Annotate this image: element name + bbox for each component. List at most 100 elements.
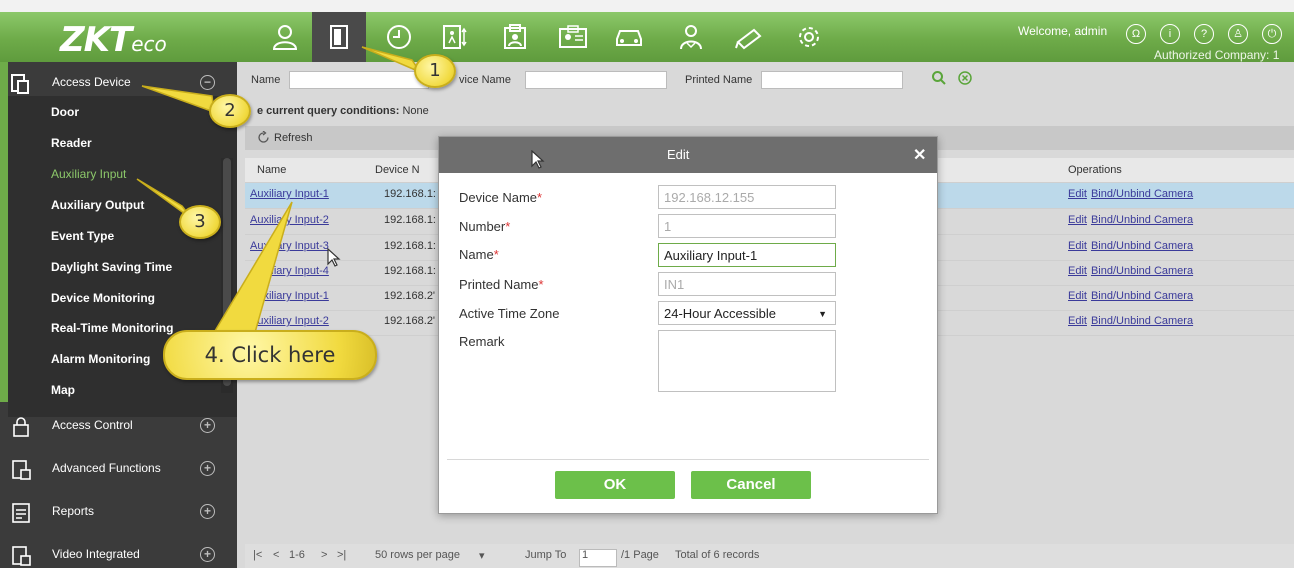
row-name-link[interactable]: Auxiliary Input-1 — [250, 188, 329, 200]
patrol-icon[interactable] — [664, 12, 718, 62]
collapse-icon[interactable]: − — [200, 75, 215, 90]
remark-textarea[interactable] — [658, 330, 836, 392]
welcome-text: Welcome, admin — [1018, 24, 1108, 38]
sidebar-section-reports[interactable]: Reports + — [0, 491, 237, 533]
help-circle-icon[interactable]: ? — [1194, 24, 1214, 44]
row-name-link[interactable]: Auxiliary Input-2 — [250, 214, 329, 226]
pagination-bar: |< < 1-6 > >| 50 rows per page ▾ Jump To… — [245, 544, 1294, 568]
sidebar-active-rail — [0, 62, 8, 402]
dialog-title: Edit — [667, 147, 690, 162]
top-strip — [0, 0, 1294, 12]
bind-camera-link[interactable]: Bind/Unbind Camera — [1091, 188, 1193, 200]
col-name[interactable]: Name — [257, 164, 286, 176]
edit-dialog: Edit ✕ Device Name* 192.168.12.155 Numbe… — [438, 136, 938, 514]
row-name-link[interactable]: Auxiliary Input-1 — [250, 290, 329, 302]
row-name-link[interactable]: Auxiliary Input-2 — [250, 315, 329, 327]
edit-link[interactable]: Edit — [1068, 240, 1087, 252]
dialog-divider — [447, 459, 929, 460]
last-page-icon[interactable]: >| — [337, 549, 346, 561]
attendance-clock-icon[interactable] — [372, 12, 426, 62]
video-integrated-icon — [10, 545, 32, 567]
device-name-field: 192.168.12.155 — [658, 185, 836, 209]
advanced-functions-icon — [10, 459, 32, 481]
edit-link[interactable]: Edit — [1068, 265, 1087, 277]
clear-search-icon[interactable] — [957, 70, 973, 86]
close-icon[interactable]: ✕ — [913, 145, 926, 165]
sidebar-section-advanced-functions[interactable]: Advanced Functions + — [0, 448, 237, 490]
edit-link[interactable]: Edit — [1068, 290, 1087, 302]
ok-button[interactable]: OK — [555, 471, 675, 499]
printed-name-field[interactable]: IN1 — [658, 272, 836, 296]
sidebar-item-event-type[interactable]: Event Type — [51, 229, 114, 243]
sidebar-item-map[interactable]: Map — [51, 383, 75, 397]
reports-icon — [10, 502, 32, 524]
col-device-name[interactable]: Device N — [375, 164, 420, 176]
sidebar-item-realtime-monitoring[interactable]: Real-Time Monitoring — [51, 321, 173, 335]
expand-icon[interactable]: + — [200, 418, 215, 433]
first-page-icon[interactable]: |< — [253, 549, 262, 561]
edit-link[interactable]: Edit — [1068, 188, 1087, 200]
refresh-button[interactable]: Refresh — [257, 131, 313, 144]
jump-to-value: 1 — [582, 549, 589, 561]
dropdown-arrow-icon: ▼ — [818, 309, 827, 319]
mouse-cursor-icon — [327, 248, 341, 267]
sidebar-item-daylight-saving[interactable]: Daylight Saving Time — [51, 260, 172, 274]
account-circle-icon[interactable]: ♙ — [1228, 24, 1248, 44]
bind-camera-link[interactable]: Bind/Unbind Camera — [1091, 214, 1193, 226]
personnel-icon[interactable] — [258, 12, 312, 62]
prev-page-icon[interactable]: < — [273, 549, 279, 561]
sidebar-section-access-control[interactable]: Access Control + — [0, 405, 237, 447]
next-page-icon[interactable]: > — [321, 549, 327, 561]
rows-per-page-select[interactable]: 50 rows per page — [375, 549, 460, 561]
expand-icon[interactable]: + — [200, 547, 215, 562]
sidebar-item-auxiliary-output[interactable]: Auxiliary Output — [51, 198, 144, 212]
printed-name-search-label: Printed Name — [685, 74, 753, 86]
visitor-icon[interactable] — [488, 12, 542, 62]
device-name-search-input[interactable] — [525, 71, 667, 89]
edit-link[interactable]: Edit — [1068, 315, 1087, 327]
parking-car-icon[interactable] — [602, 12, 656, 62]
sidebar-item-device-monitoring[interactable]: Device Monitoring — [51, 291, 155, 305]
device-name-label: Device Name* — [459, 190, 543, 205]
dialog-title-bar[interactable]: Edit ✕ — [439, 137, 937, 173]
search-icon[interactable] — [931, 70, 947, 86]
user-circle-icon[interactable]: Ω — [1126, 24, 1146, 44]
callout-3: 3 — [179, 205, 221, 239]
row-name-link[interactable]: Auxiliary Input-3 — [250, 240, 329, 252]
info-circle-icon[interactable]: i — [1160, 24, 1180, 44]
sidebar-item-auxiliary-input[interactable]: Auxiliary Input — [51, 167, 126, 181]
sidebar-section-video-integrated[interactable]: Video Integrated + — [0, 534, 237, 576]
video-camera-icon[interactable] — [722, 12, 776, 62]
bind-camera-link[interactable]: Bind/Unbind Camera — [1091, 315, 1193, 327]
edit-link[interactable]: Edit — [1068, 214, 1087, 226]
visitor-badge-icon[interactable] — [546, 12, 600, 62]
name-field[interactable]: Auxiliary Input-1 — [658, 243, 836, 267]
row-device: 192.168.1: — [384, 265, 436, 277]
callout-4: 4. Click here — [163, 330, 377, 380]
rows-per-page-arrow-icon[interactable]: ▾ — [479, 549, 485, 562]
cancel-button[interactable]: Cancel — [691, 471, 811, 499]
printed-name-search-input[interactable] — [761, 71, 903, 89]
number-field: 1 — [658, 214, 836, 238]
time-zone-select[interactable]: 24-Hour Accessible ▼ — [658, 301, 836, 325]
page-range: 1-6 — [289, 549, 305, 561]
system-gear-icon[interactable] — [782, 12, 836, 62]
bind-camera-link[interactable]: Bind/Unbind Camera — [1091, 240, 1193, 252]
sidebar-item-door[interactable]: Door — [51, 105, 79, 119]
name-search-label: Name — [251, 74, 281, 86]
name-label: Name* — [459, 247, 499, 262]
row-name-link[interactable]: Auxiliary Input-4 — [250, 265, 329, 277]
name-search-input[interactable] — [289, 71, 429, 89]
number-label: Number* — [459, 219, 511, 234]
row-device: 192.168.1: — [384, 188, 436, 200]
record-total: Total of 6 records — [675, 549, 760, 561]
sidebar-item-reader[interactable]: Reader — [51, 136, 92, 150]
sidebar-item-alarm-monitoring[interactable]: Alarm Monitoring — [51, 352, 150, 366]
bind-camera-link[interactable]: Bind/Unbind Camera — [1091, 265, 1193, 277]
expand-icon[interactable]: + — [200, 504, 215, 519]
power-icon[interactable]: ⏻ — [1262, 24, 1282, 44]
access-door-icon[interactable] — [312, 12, 366, 62]
expand-icon[interactable]: + — [200, 461, 215, 476]
bind-camera-link[interactable]: Bind/Unbind Camera — [1091, 290, 1193, 302]
row-device: 192.168.1: — [384, 214, 436, 226]
